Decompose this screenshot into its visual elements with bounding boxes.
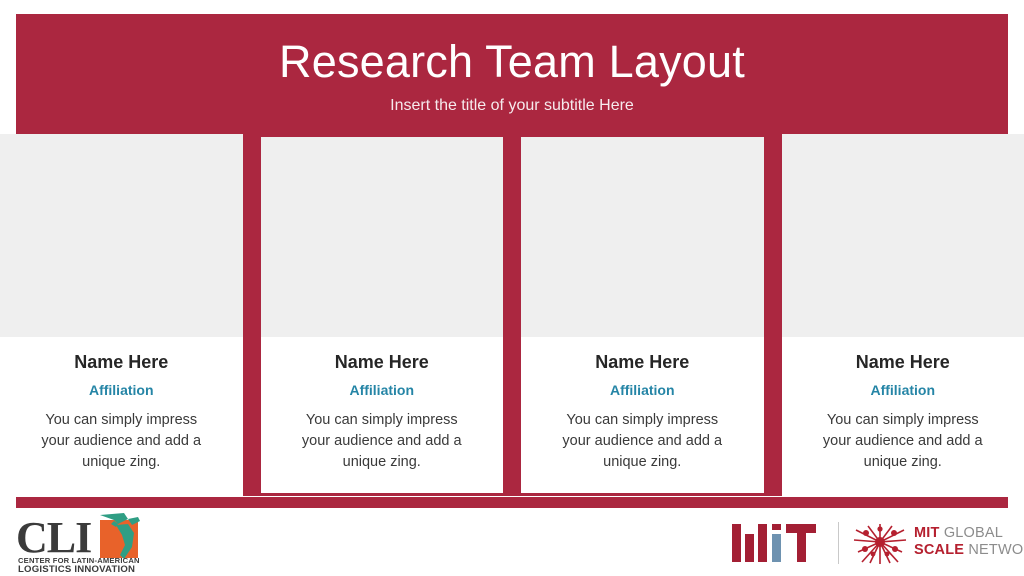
page-subtitle: Insert the title of your subtitle Here xyxy=(390,97,634,114)
member-description: You can simply impress your audience and… xyxy=(41,412,202,470)
cli-tagline-line2: LOGISTICS INNOVATION xyxy=(18,564,136,575)
footer-divider xyxy=(838,522,839,564)
member-photo-placeholder xyxy=(260,137,503,337)
member-info: Name Here Affiliation You can simply imp… xyxy=(0,337,243,496)
member-name: Name Here xyxy=(334,352,429,372)
team-card-row: Name Here Affiliation You can simply imp… xyxy=(0,134,1024,496)
team-card[interactable]: Name Here Affiliation You can simply imp… xyxy=(260,137,503,493)
member-photo-placeholder xyxy=(521,137,764,337)
team-card[interactable]: Name Here Affiliation You can simply imp… xyxy=(521,137,764,493)
member-photo-placeholder xyxy=(0,134,243,337)
member-description: You can simply impress your audience and… xyxy=(301,412,462,470)
member-affiliation: Affiliation xyxy=(349,382,415,398)
scale-global-text: GLOBAL xyxy=(943,525,1004,541)
member-name: Name Here xyxy=(74,352,169,372)
footer-accent-bar xyxy=(16,497,1008,508)
scale-mit-text: MIT xyxy=(914,525,940,541)
member-info: Name Here Affiliation You can simply imp… xyxy=(781,337,1024,496)
cli-wordmark: CLI xyxy=(16,513,92,562)
slide-header: Research Team Layout Insert the title of… xyxy=(16,14,1008,134)
scale-network-text: NETWORK xyxy=(968,542,1024,558)
member-description: You can simply impress your audience and… xyxy=(562,412,723,470)
mit-global-scale-network-logo: MIT GLOBAL SCALE NETWORK xyxy=(852,522,1024,566)
card-divider xyxy=(242,134,261,496)
mit-logo xyxy=(732,524,828,562)
team-card[interactable]: Name Here Affiliation You can simply imp… xyxy=(0,134,243,496)
member-photo-placeholder xyxy=(781,134,1024,337)
team-card[interactable]: Name Here Affiliation You can simply imp… xyxy=(781,134,1024,496)
scale-wordmark: MIT GLOBAL SCALE NETWORK xyxy=(914,525,1024,559)
member-description: You can simply impress your audience and… xyxy=(822,412,983,470)
scale-network-starburst-icon xyxy=(853,524,907,564)
member-affiliation: Affiliation xyxy=(609,382,675,398)
scale-wordmark-line2: SCALE NETWORK xyxy=(914,542,1024,559)
scale-scale-text: SCALE xyxy=(914,542,965,558)
member-info: Name Here Affiliation You can simply imp… xyxy=(260,337,503,493)
member-affiliation: Affiliation xyxy=(870,382,936,398)
scale-wordmark-line1: MIT GLOBAL xyxy=(914,525,1024,542)
member-info: Name Here Affiliation You can simply imp… xyxy=(521,337,764,493)
member-name: Name Here xyxy=(855,352,950,372)
page-title: Research Team Layout xyxy=(279,36,745,87)
cli-logo: CLI CENTER FOR LATIN-AMERICAN LOGISTICS … xyxy=(16,513,176,575)
member-affiliation: Affiliation xyxy=(88,382,154,398)
member-name: Name Here xyxy=(595,352,690,372)
slide: Research Team Layout Insert the title of… xyxy=(0,0,1024,576)
card-divider xyxy=(763,134,782,496)
slide-footer: CLI CENTER FOR LATIN-AMERICAN LOGISTICS … xyxy=(0,508,1024,576)
card-divider xyxy=(503,134,521,496)
